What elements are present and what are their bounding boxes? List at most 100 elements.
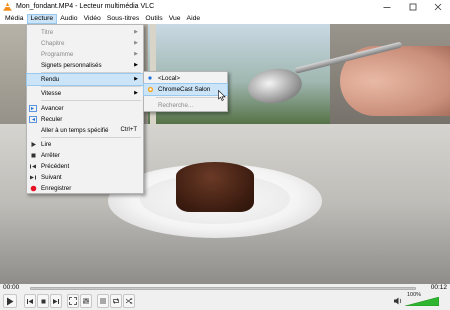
extended-settings-button[interactable] — [80, 294, 92, 308]
playlist-icon — [100, 298, 106, 304]
volume-level: 100% — [407, 292, 422, 298]
menu-item-enregistrer[interactable]: Enregistrer — [27, 183, 143, 194]
menu-help[interactable]: Aide — [184, 14, 204, 24]
minimize-icon — [383, 6, 391, 8]
menu-item-reculer[interactable]: Reculer — [27, 114, 143, 125]
menu-item-label: Aller à un temps spécifié — [41, 126, 109, 134]
stop-icon — [27, 150, 39, 160]
menu-item-label: Lire — [41, 140, 52, 148]
submenu-arrow-icon: ▶ — [134, 62, 138, 69]
menu-audio[interactable]: Audio — [57, 14, 80, 24]
video-scene-fondant-cake — [176, 162, 254, 212]
menu-item-avancer[interactable]: Avancer — [27, 103, 143, 114]
rendu-submenu: <Local> ChromeCast Salon Recherche... — [143, 71, 228, 112]
vlc-logo-icon — [3, 2, 12, 11]
seek-slider[interactable] — [30, 287, 416, 290]
radio-selected-icon — [144, 73, 156, 83]
chromecast-icon — [144, 84, 156, 94]
minimize-button[interactable] — [374, 0, 400, 13]
fullscreen-button[interactable] — [67, 294, 79, 308]
total-time: 00:12 — [430, 284, 447, 291]
speaker-icon[interactable] — [393, 296, 403, 306]
play-button[interactable] — [3, 294, 17, 308]
menu-item-rendu[interactable]: Rendu ▶ — [26, 73, 144, 86]
menu-item-label: Arrêter — [41, 151, 60, 159]
menu-separator — [41, 100, 141, 101]
renderer-label: <Local> — [158, 74, 181, 82]
play-icon — [27, 139, 39, 149]
stop-button[interactable] — [37, 294, 49, 308]
title-bar: Mon_fondant.MP4 - Lecteur multimédia VLC — [0, 0, 450, 13]
menu-item-titre[interactable]: Titre ▶ — [27, 27, 143, 38]
menu-item-suivant[interactable]: Suivant — [27, 172, 143, 183]
previous-button[interactable] — [24, 294, 36, 308]
fullscreen-icon — [69, 297, 77, 305]
submenu-arrow-icon: ▶ — [134, 76, 138, 83]
menu-item-goto-time[interactable]: Aller à un temps spécifié Ctrl+T — [27, 125, 143, 136]
menu-lecture[interactable]: Lecture — [26, 13, 58, 24]
maximize-icon — [409, 3, 417, 10]
menu-item-label: Suivant — [41, 173, 62, 181]
equalizer-icon — [83, 298, 89, 304]
playlist-button[interactable] — [97, 294, 109, 308]
lecture-menu: Titre ▶ Chapitre ▶ Programme ▶ Signets p… — [26, 24, 144, 194]
menu-item-label: Chapitre — [41, 39, 65, 47]
next-icon — [27, 172, 39, 182]
menu-separator — [156, 97, 226, 98]
previous-icon — [27, 161, 39, 171]
window-controls — [374, 0, 450, 13]
submenu-arrow-icon: ▶ — [134, 90, 138, 97]
renderer-label: ChromeCast Salon — [158, 85, 211, 93]
menu-item-label: Titre — [41, 28, 54, 36]
menu-item-arreter[interactable]: Arrêter — [27, 150, 143, 161]
window-title: Mon_fondant.MP4 - Lecteur multimédia VLC — [16, 3, 155, 10]
menu-item-chapitre[interactable]: Chapitre ▶ — [27, 38, 143, 49]
menu-item-vitesse[interactable]: Vitesse ▶ — [27, 88, 143, 99]
menu-item-label: Enregistrer — [41, 184, 72, 192]
menu-item-label: Rendu — [41, 75, 60, 83]
submenu-arrow-icon: ▶ — [134, 29, 138, 36]
record-icon — [27, 183, 39, 193]
submenu-arrow-icon: ▶ — [134, 51, 138, 58]
menu-item-lire[interactable]: Lire — [27, 139, 143, 150]
volume-slider[interactable] — [405, 297, 439, 306]
menu-view[interactable]: Vue — [166, 14, 184, 24]
mouse-cursor-icon — [218, 90, 226, 101]
control-bar: 100% — [0, 292, 450, 310]
menu-video[interactable]: Vidéo — [81, 14, 104, 24]
menu-item-signets[interactable]: Signets personnalisés ▶ — [27, 60, 143, 71]
submenu-arrow-icon: ▶ — [134, 40, 138, 47]
menu-item-shortcut: Ctrl+T — [120, 127, 138, 134]
menu-media[interactable]: Média — [2, 14, 27, 24]
menu-tools[interactable]: Outils — [142, 14, 165, 24]
renderer-search[interactable]: Recherche... — [144, 100, 227, 111]
menu-item-label: Signets personnalisés — [41, 61, 102, 69]
menu-item-precedent[interactable]: Précédent — [27, 161, 143, 172]
backward-icon — [27, 114, 39, 124]
menu-separator — [41, 137, 141, 138]
menu-bar: Média Lecture Audio Vidéo Sous-titres Ou… — [0, 13, 450, 24]
menu-item-label: Avancer — [41, 104, 64, 112]
close-button[interactable] — [426, 0, 450, 13]
renderer-chromecast-salon[interactable]: ChromeCast Salon — [143, 83, 228, 96]
play-icon — [7, 297, 14, 305]
loop-button[interactable] — [110, 294, 122, 308]
menu-item-label: Reculer — [41, 115, 63, 123]
next-icon — [53, 298, 59, 304]
menu-item-label: Vitesse — [41, 89, 62, 97]
maximize-button[interactable] — [400, 0, 426, 13]
previous-icon — [27, 298, 33, 304]
menu-separator — [41, 86, 141, 87]
shuffle-button[interactable] — [123, 294, 135, 308]
seek-bar-row: 00:00 00:12 — [0, 284, 450, 292]
renderer-label: Recherche... — [158, 101, 194, 109]
menu-separator — [41, 72, 141, 73]
close-icon — [434, 3, 442, 10]
next-button[interactable] — [50, 294, 62, 308]
stop-icon — [41, 299, 45, 303]
forward-icon — [27, 103, 39, 113]
menu-subtitles[interactable]: Sous-titres — [104, 14, 142, 24]
menu-item-programme[interactable]: Programme ▶ — [27, 49, 143, 60]
shuffle-icon — [125, 298, 133, 305]
renderer-local[interactable]: <Local> — [144, 73, 227, 84]
